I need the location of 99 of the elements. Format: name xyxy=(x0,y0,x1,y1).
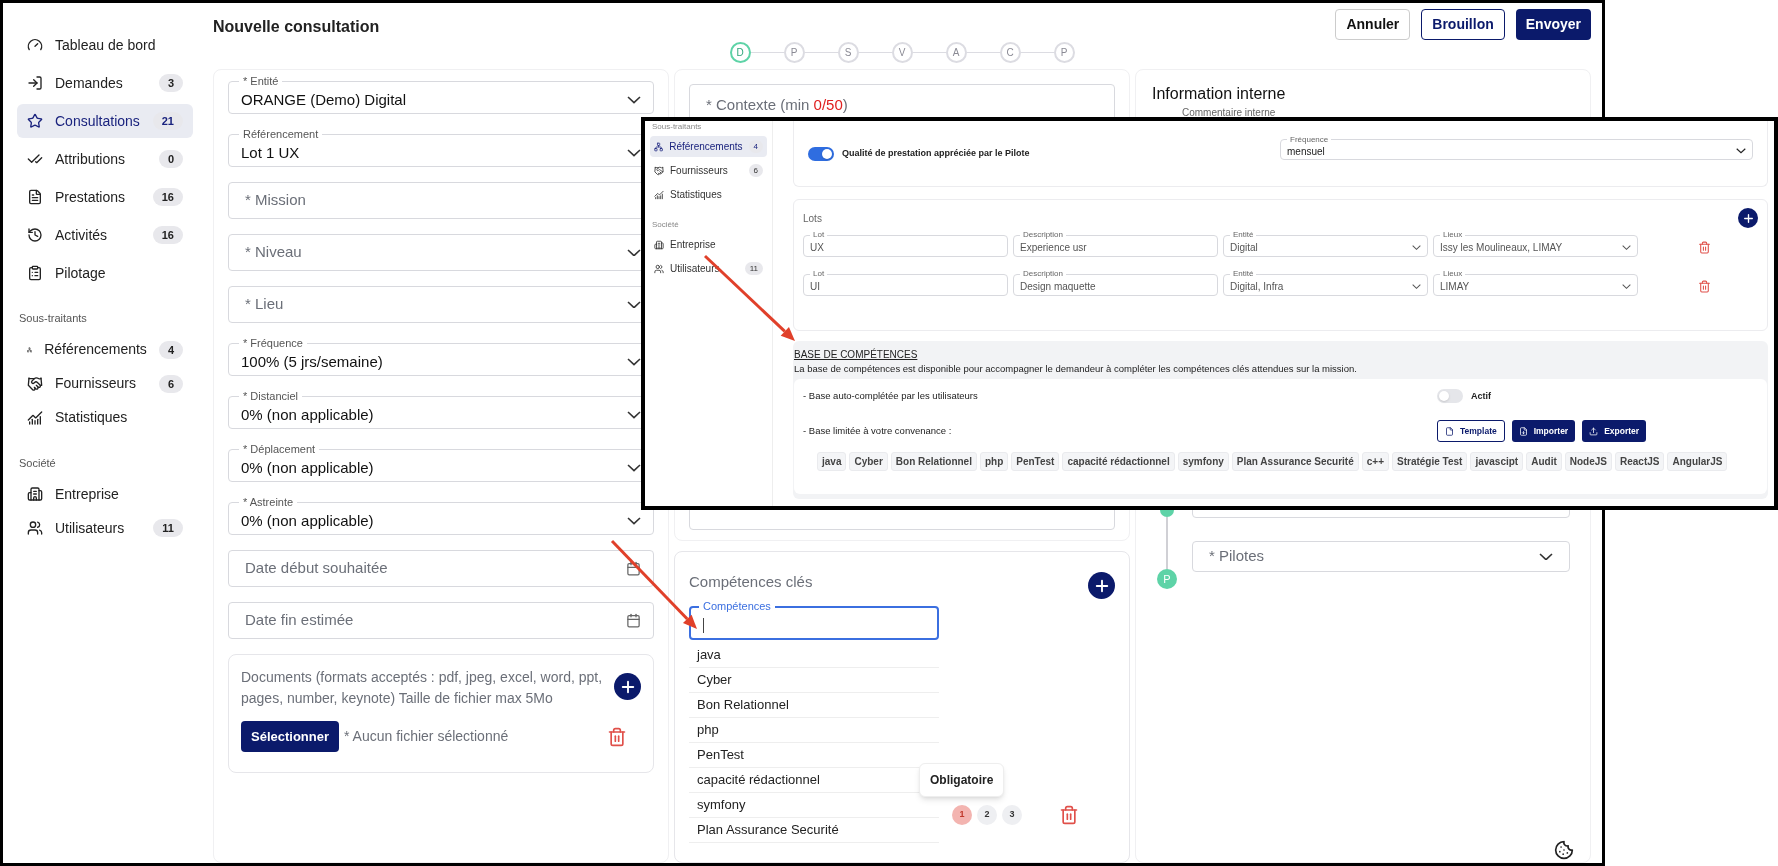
sidebar-item-label: Attributions xyxy=(55,149,127,169)
section-heading: Sous-traitants xyxy=(651,121,703,133)
select-value: 0% (non applicable) xyxy=(241,457,375,478)
count-badge: 4 xyxy=(158,340,183,359)
sidebar-item-label: Pilotage xyxy=(55,263,107,283)
skill-tag: Stratégie Test xyxy=(1392,452,1468,472)
count-badge: 3 xyxy=(158,74,183,92)
sidebar-item-label: Activités xyxy=(55,225,109,245)
sidebar-item-label: Demandes xyxy=(55,73,124,93)
field-placeholder: Date début souhaitée xyxy=(244,558,389,579)
skill-tag: AngularJS xyxy=(1667,452,1728,472)
section-heading: Sous-traitants xyxy=(18,311,88,326)
count-badge: 16 xyxy=(152,226,183,244)
sidebar-item-label: Référencements xyxy=(44,340,147,359)
skill-tag: PenTest xyxy=(1011,452,1060,472)
field-label: * Distanciel xyxy=(242,391,300,402)
select-value: 100% (5 jrs/semaine) xyxy=(241,351,384,372)
select-value: Digital, Infra xyxy=(1230,280,1285,294)
select-value: ORANGE (Demo) Digital xyxy=(241,89,408,110)
toggle-label: Actif xyxy=(1471,389,1491,403)
select-value: Lot 1 UX xyxy=(241,142,301,163)
field-label: * Entité xyxy=(242,76,280,87)
select-value: LIMAY xyxy=(1440,280,1471,294)
sidebar-item-label: Fournisseurs xyxy=(55,374,137,393)
skill-tag: php xyxy=(979,452,1009,472)
select-value: 0% (non applicable) xyxy=(241,510,375,531)
field-label: Commentaire interne xyxy=(1182,106,1277,119)
field-placeholder: * Niveau xyxy=(244,242,303,263)
step-marker: P xyxy=(1157,569,1177,589)
sidebar-item-label: Prestations xyxy=(55,187,127,207)
sidebar-item-label: Fournisseurs xyxy=(670,164,729,178)
toggle-label: Qualité de prestation appréciée par le Pilote xyxy=(842,146,1030,160)
field-label: Lot xyxy=(812,231,826,239)
field-value: Experience usr xyxy=(1020,241,1088,255)
sidebar-item-label: Tableau de bord xyxy=(55,35,157,55)
select-value: Digital xyxy=(1230,241,1259,255)
count-badge: 0 xyxy=(158,150,183,168)
skill-tag: java xyxy=(817,452,847,472)
skill-tag: Bon Relationnel xyxy=(890,452,977,472)
field-label: * Astreinte xyxy=(242,497,295,508)
field-label: Description xyxy=(1022,231,1064,239)
select-value: Issy les Moulineaux, LIMAY xyxy=(1440,241,1564,255)
skill-tag: capacité rédactionnel xyxy=(1062,452,1175,472)
select-value: mensuel xyxy=(1287,144,1326,159)
count-badge: 6 xyxy=(158,374,183,393)
option-label: - Base limitée à votre convenance : xyxy=(803,424,953,439)
select-value: 0% (non applicable) xyxy=(241,404,375,425)
field-label: * Fréquence xyxy=(242,338,304,349)
sidebar-item-label: Utilisateurs xyxy=(55,518,126,538)
file-status: * Aucun fichier sélectionné xyxy=(344,727,510,746)
field-label: Lieux xyxy=(1442,231,1464,239)
field-value: Design maquette xyxy=(1020,280,1097,294)
sidebar-item-label: Statistiques xyxy=(670,188,723,202)
sidebar-item-label: Statistiques xyxy=(55,408,129,427)
count-badge: 11 xyxy=(153,519,183,537)
context-placeholder: * Contexte (min 0/50) xyxy=(706,96,848,113)
count-badge: 4 xyxy=(748,140,763,153)
field-label: Fréquence xyxy=(1289,135,1330,144)
skill-tag: ReactJS xyxy=(1615,452,1665,472)
field-label: Entité xyxy=(1232,231,1255,239)
field-placeholder: * Pilotes xyxy=(1209,546,1266,567)
field-placeholder: * Lieu xyxy=(244,294,285,315)
sidebar-item-label: Consultations xyxy=(55,111,141,131)
count-badge: 16 xyxy=(152,188,183,206)
section-title: BASE DE COMPÉTENCES xyxy=(793,347,919,362)
count-badge: 11 xyxy=(744,262,763,275)
card-title: Compétences clés xyxy=(689,572,813,593)
section-heading: Société xyxy=(18,455,57,471)
section-description: La base de compétences est disponible pour accompagner le demandeur à compléter les compétences clés attendues sur la mission. xyxy=(793,362,1358,376)
field-label: Lot xyxy=(812,270,826,278)
skill-tag: Cyber xyxy=(849,452,888,472)
sidebar-item-label: Référencements xyxy=(669,140,743,154)
field-label: Entité xyxy=(1232,270,1255,278)
count-badge: 21 xyxy=(152,112,183,130)
card-title: Information interne xyxy=(1152,84,1287,104)
page-title: Nouvelle consultation xyxy=(213,17,380,37)
skill-tag: javascipt xyxy=(1470,452,1524,472)
section-heading: Société xyxy=(651,219,680,231)
card-title: Lots xyxy=(803,211,822,226)
skill-tag: c++ xyxy=(1361,452,1389,472)
sidebar-item-label: Utilisateurs xyxy=(670,262,721,276)
field-value: UI xyxy=(810,280,821,294)
sidebar-item-label: Entreprise xyxy=(55,484,120,504)
field-placeholder: Date fin estimée xyxy=(244,610,355,631)
field-label: Description xyxy=(1022,270,1064,278)
field-label: Référencement xyxy=(242,129,320,140)
skill-tag: symfony xyxy=(1177,452,1229,472)
tooltip: Obligatoire xyxy=(919,763,1005,797)
option-label: - Base auto-complétée par les utilisateurs xyxy=(803,389,979,404)
documents-description: Documents (formats acceptés : pdf, jpeg, excel, word, ppt, pages, number, keynote) Taille de fichier max 5Mo xyxy=(241,668,604,708)
field-label: Compétences xyxy=(702,601,772,612)
field-label: Lieux xyxy=(1442,270,1464,278)
skill-tag: Audit xyxy=(1526,452,1562,472)
count-badge: 6 xyxy=(748,164,763,177)
field-label: * Déplacement xyxy=(242,444,317,455)
sidebar-item-label: Entreprise xyxy=(670,238,717,252)
field-value: UX xyxy=(810,241,825,255)
skill-tag: NodeJS xyxy=(1564,452,1612,472)
skill-tag: Plan Assurance Securité xyxy=(1231,452,1359,472)
